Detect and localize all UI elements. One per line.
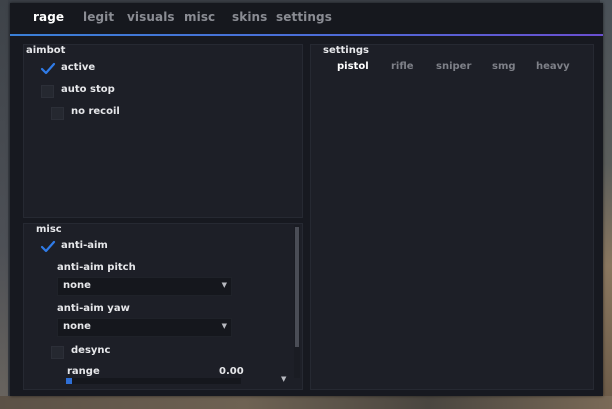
tab-skins[interactable]: skins bbox=[232, 10, 267, 24]
background-bottom bbox=[0, 396, 612, 409]
active-toggle[interactable]: active bbox=[40, 62, 241, 78]
auto-stop-label: auto stop bbox=[61, 84, 115, 95]
chevron-down-icon[interactable]: ▼ bbox=[281, 375, 286, 383]
tab-bar: rage legit visuals misc skins settings bbox=[10, 3, 603, 34]
auto-stop-checkbox[interactable] bbox=[41, 85, 54, 98]
anti-aim-yaw-value: none bbox=[63, 321, 91, 332]
anti-aim-yaw-label: anti-aim yaw bbox=[57, 303, 130, 314]
range-value: 0.00 bbox=[219, 366, 244, 377]
aimbot-title: aimbot bbox=[26, 45, 66, 56]
auto-stop-toggle[interactable]: auto stop bbox=[41, 84, 241, 100]
anti-aim-pitch-label: anti-aim pitch bbox=[57, 262, 136, 273]
active-label: active bbox=[61, 62, 96, 73]
range-slider[interactable] bbox=[66, 378, 241, 384]
tab-legit[interactable]: legit bbox=[83, 10, 114, 24]
anti-aim-pitch-value: none bbox=[63, 280, 91, 291]
anti-aim-toggle[interactable]: anti-aim bbox=[40, 240, 241, 256]
anti-aim-label: anti-aim bbox=[61, 240, 108, 251]
misc-panel: misc anti-aim anti-aim pitch none ▼ anti… bbox=[23, 223, 303, 390]
weapon-tab-sniper[interactable]: sniper bbox=[436, 61, 471, 72]
check-icon bbox=[40, 62, 56, 75]
range-slider-handle[interactable] bbox=[66, 378, 72, 384]
desync-toggle[interactable]: desync bbox=[51, 345, 251, 361]
background-left bbox=[0, 0, 8, 409]
no-recoil-toggle[interactable]: no recoil bbox=[51, 106, 251, 122]
tab-settings[interactable]: settings bbox=[276, 10, 332, 24]
tab-misc[interactable]: misc bbox=[184, 10, 215, 24]
anti-aim-pitch-select[interactable]: none ▼ bbox=[57, 277, 232, 296]
no-recoil-label: no recoil bbox=[71, 106, 120, 117]
misc-title: misc bbox=[36, 224, 62, 235]
tab-visuals[interactable]: visuals bbox=[127, 10, 175, 24]
weapon-tab-rifle[interactable]: rifle bbox=[391, 61, 414, 72]
anti-aim-yaw-select[interactable]: none ▼ bbox=[57, 318, 232, 337]
weapon-tab-heavy[interactable]: heavy bbox=[536, 61, 570, 72]
active-checkbox[interactable] bbox=[40, 62, 56, 76]
no-recoil-checkbox[interactable] bbox=[51, 107, 64, 120]
settings-title: settings bbox=[323, 45, 369, 56]
tab-rage[interactable]: rage bbox=[33, 10, 64, 24]
weapon-tab-smg[interactable]: smg bbox=[492, 61, 516, 72]
aimbot-panel: aimbot active auto stop no recoil bbox=[23, 44, 303, 218]
check-icon bbox=[40, 240, 56, 253]
chevron-down-icon: ▼ bbox=[221, 322, 227, 330]
range-label: range bbox=[67, 366, 100, 377]
anti-aim-checkbox[interactable] bbox=[40, 240, 56, 254]
settings-panel: settings bbox=[310, 44, 594, 390]
desync-checkbox[interactable] bbox=[51, 346, 64, 359]
desync-label: desync bbox=[71, 345, 111, 356]
weapon-tab-pistol[interactable]: pistol bbox=[337, 61, 369, 72]
menu-window: rage legit visuals misc skins settings a… bbox=[10, 3, 603, 396]
misc-scrollbar-thumb[interactable] bbox=[295, 227, 299, 347]
chevron-down-icon: ▼ bbox=[221, 281, 227, 289]
accent-bar bbox=[10, 34, 603, 36]
